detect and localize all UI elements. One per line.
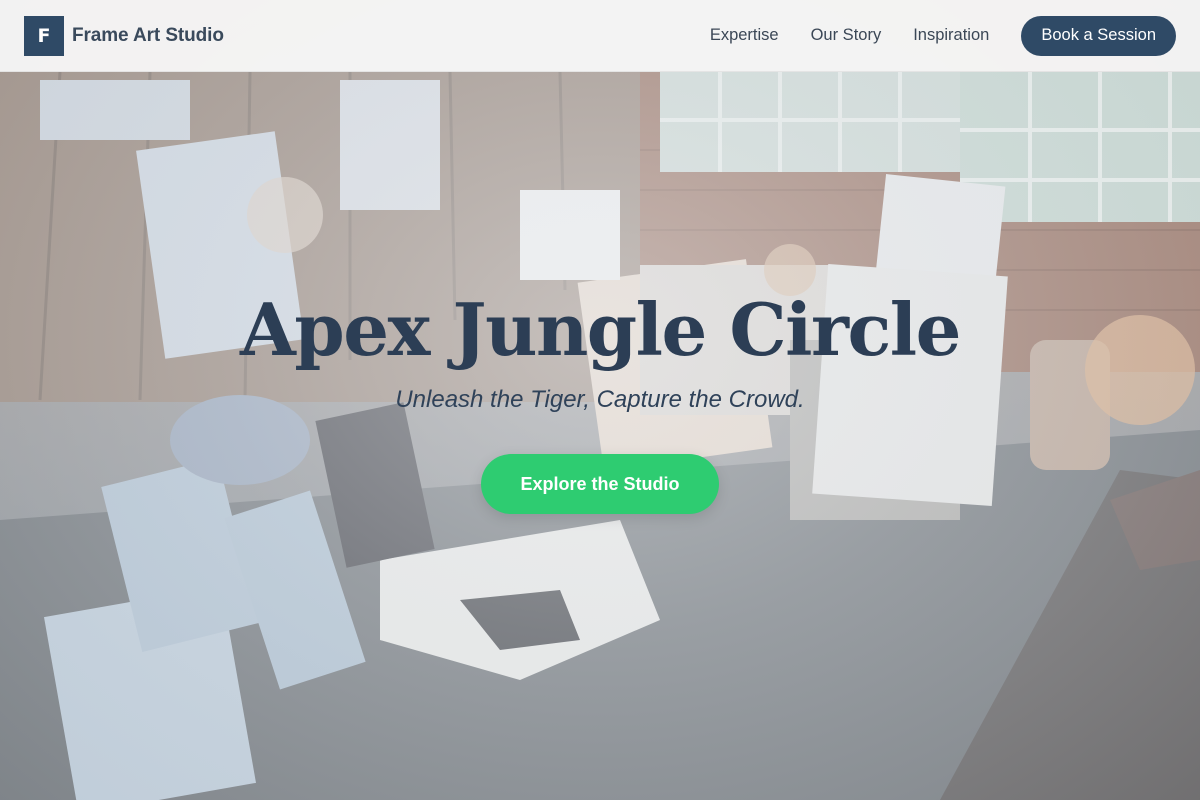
- book-session-button[interactable]: Book a Session: [1021, 15, 1176, 56]
- main-nav: Expertise Our Story Inspiration Book a S…: [710, 15, 1176, 56]
- nav-link-our-story[interactable]: Our Story: [811, 26, 882, 45]
- brand-mark-icon: F: [24, 15, 64, 56]
- site-header: F Frame Art Studio Expertise Our Story I…: [0, 0, 1200, 72]
- brand-name: Frame Art Studio: [72, 24, 224, 46]
- hero-title: Apex Jungle Circle: [240, 287, 961, 372]
- brand-logo[interactable]: F Frame Art Studio: [24, 15, 224, 56]
- nav-link-inspiration[interactable]: Inspiration: [913, 26, 989, 45]
- explore-studio-button[interactable]: Explore the Studio: [481, 454, 719, 514]
- nav-link-expertise[interactable]: Expertise: [710, 26, 779, 45]
- hero-subtitle: Unleash the Tiger, Capture the Crowd.: [395, 386, 805, 413]
- hero-content: Apex Jungle Circle Unleash the Tiger, Ca…: [0, 286, 1200, 514]
